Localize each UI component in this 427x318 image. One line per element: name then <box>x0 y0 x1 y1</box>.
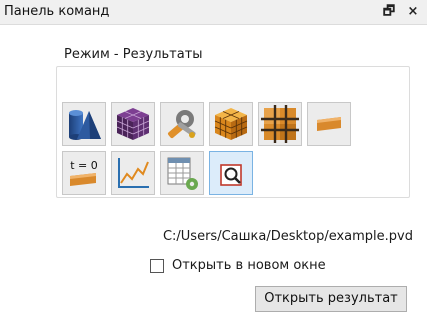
mode-group-title: Режим - Результаты <box>61 47 206 62</box>
magnify-results-icon <box>220 164 242 186</box>
table-settings-icon <box>167 157 198 190</box>
command-panel: Панель команд 🗗 × Режим - Результаты t =… <box>0 0 427 318</box>
solid-mesh-tool-button[interactable] <box>209 102 253 146</box>
view-results-tool-button[interactable] <box>209 151 253 195</box>
panel-titlebar[interactable]: Панель команд 🗗 × <box>0 0 427 25</box>
float-panel-button[interactable]: 🗗 <box>381 3 397 21</box>
geometry-tool-button[interactable] <box>62 102 106 146</box>
geometry-shapes-icon <box>69 110 101 140</box>
panel-title: Панель команд <box>4 4 110 19</box>
beam-section-icon <box>317 117 341 131</box>
time-step-label: t = 0 <box>70 159 98 172</box>
mesh-tool-button[interactable] <box>111 102 155 146</box>
settings-tools-icon <box>167 110 196 139</box>
open-new-window-label[interactable]: Открыть в новом окне <box>172 258 326 273</box>
time-step-tool-button[interactable]: t = 0 <box>62 151 106 195</box>
settings-tool-button[interactable] <box>160 102 204 146</box>
plot-tool-button[interactable] <box>111 151 155 195</box>
time-step-icon: t = 0 <box>70 159 98 186</box>
close-panel-button[interactable]: × <box>405 3 421 21</box>
solid-mesh-cube-icon <box>214 108 248 140</box>
file-path-label: C:/Users/Сашка/Desktop/example.pvd <box>162 229 413 244</box>
plot-graph-icon <box>118 158 149 188</box>
grid-partition-icon <box>261 105 299 143</box>
mesh-cube-icon <box>116 108 150 140</box>
partition-tool-button[interactable] <box>258 102 302 146</box>
open-new-window-checkbox[interactable] <box>150 259 164 273</box>
table-tool-button[interactable] <box>160 151 204 195</box>
open-result-button[interactable]: Открыть результат <box>255 286 407 312</box>
beam-section-tool-button[interactable] <box>307 102 351 146</box>
